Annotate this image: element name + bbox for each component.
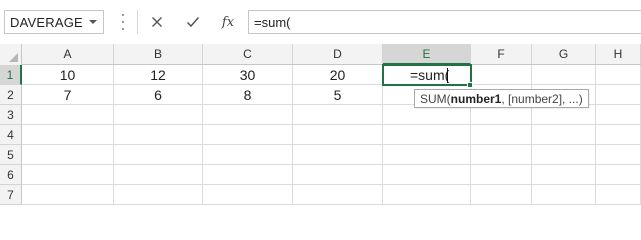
cell-b2[interactable]: 6 (114, 85, 203, 105)
cell-f3[interactable] (471, 105, 532, 125)
column-header-a[interactable]: A (22, 44, 114, 64)
insert-function-button[interactable]: fx (214, 10, 242, 34)
cell-c4[interactable] (203, 125, 293, 145)
cell-d4[interactable] (293, 125, 383, 145)
cell-c6[interactable] (203, 165, 293, 185)
name-box[interactable]: DAVERAGE (4, 10, 104, 34)
cell-a3[interactable] (22, 105, 114, 125)
tooltip-function-name[interactable]: SUM( (420, 92, 451, 106)
cell-c7[interactable] (203, 185, 293, 205)
cell-g5[interactable] (532, 145, 596, 165)
cell-c2[interactable]: 8 (203, 85, 293, 105)
cell-h1[interactable] (596, 65, 641, 85)
cell-h2[interactable] (596, 85, 641, 105)
cell-g1[interactable] (532, 65, 596, 85)
enter-button[interactable] (179, 10, 207, 34)
cell-d7[interactable] (293, 185, 383, 205)
cell-d6[interactable] (293, 165, 383, 185)
cell-d3[interactable] (293, 105, 383, 125)
formula-input[interactable]: =sum( (248, 10, 641, 34)
cell-f5[interactable] (471, 145, 532, 165)
cell-b6[interactable] (114, 165, 203, 185)
formula-input-value: =sum( (254, 15, 291, 30)
row-header-6[interactable]: 6 (0, 165, 22, 185)
row-header-4[interactable]: 4 (0, 125, 22, 145)
cell-g3[interactable] (532, 105, 596, 125)
cell-a1[interactable]: 10 (22, 65, 114, 85)
cell-e3[interactable] (383, 105, 471, 125)
cell-e4[interactable] (383, 125, 471, 145)
text-cursor (447, 68, 448, 83)
cell-c1[interactable]: 30 (203, 65, 293, 85)
fill-handle[interactable] (467, 82, 473, 88)
cell-h7[interactable] (596, 185, 641, 205)
cell-b5[interactable] (114, 145, 203, 165)
cell-c5[interactable] (203, 145, 293, 165)
cell-f7[interactable] (471, 185, 532, 205)
chevron-down-icon[interactable] (89, 20, 97, 24)
tooltip-remaining-arguments: , [number2], ...) (501, 91, 583, 106)
column-header-g[interactable]: G (532, 44, 596, 64)
row-header-2[interactable]: 2 (0, 85, 22, 105)
checkmark-icon (186, 17, 200, 28)
formula-bar: DAVERAGE fx =sum( (0, 0, 641, 44)
column-header-e[interactable]: E (383, 44, 471, 65)
cell-a7[interactable] (22, 185, 114, 205)
column-header-f[interactable]: F (471, 44, 532, 64)
cell-b4[interactable] (114, 125, 203, 145)
cell-a4[interactable] (22, 125, 114, 145)
column-header-b[interactable]: B (114, 44, 203, 64)
cell-h4[interactable] (596, 125, 641, 145)
column-header-row: A B C D E F G H (0, 44, 641, 65)
close-icon (152, 17, 162, 27)
grip-icon[interactable] (121, 14, 124, 30)
cell-a5[interactable] (22, 145, 114, 165)
column-header-d[interactable]: D (293, 44, 383, 64)
cell-d1[interactable]: 20 (293, 65, 383, 85)
cell-e7[interactable] (383, 185, 471, 205)
cell-h3[interactable] (596, 105, 641, 125)
row-header-5[interactable]: 5 (0, 145, 22, 165)
cell-f6[interactable] (471, 165, 532, 185)
column-header-h[interactable]: H (596, 44, 641, 64)
cancel-button[interactable] (143, 10, 171, 34)
cell-b3[interactable] (114, 105, 203, 125)
select-all-button[interactable] (0, 44, 22, 65)
cell-f4[interactable] (471, 125, 532, 145)
cell-d2[interactable]: 5 (293, 85, 383, 105)
cell-e6[interactable] (383, 165, 471, 185)
fx-icon: fx (221, 14, 235, 30)
cell-b7[interactable] (114, 185, 203, 205)
cell-f1[interactable] (471, 65, 532, 85)
name-box-value: DAVERAGE (10, 15, 83, 30)
row-header-7[interactable]: 7 (0, 185, 22, 205)
formula-bar-divider (137, 10, 138, 34)
row-header-3[interactable]: 3 (0, 105, 22, 125)
tooltip-current-argument[interactable]: number1 (451, 92, 502, 106)
cell-g6[interactable] (532, 165, 596, 185)
column-header-c[interactable]: C (203, 44, 293, 64)
cell-d5[interactable] (293, 145, 383, 165)
cell-g4[interactable] (532, 125, 596, 145)
cell-h6[interactable] (596, 165, 641, 185)
row-header-1[interactable]: 1 (0, 65, 22, 85)
cell-e5[interactable] (383, 145, 471, 165)
cell-a6[interactable] (22, 165, 114, 185)
cell-a2[interactable]: 7 (22, 85, 114, 105)
active-cell-outline (382, 64, 472, 86)
spreadsheet-grid: A B C D E F G H 1 2 3 4 5 6 7 10 12 30 2… (0, 44, 641, 205)
cell-b1[interactable]: 12 (114, 65, 203, 85)
cell-h5[interactable] (596, 145, 641, 165)
cell-c3[interactable] (203, 105, 293, 125)
cell-g7[interactable] (532, 185, 596, 205)
function-tooltip[interactable]: SUM(number1, [number2], ...) (414, 89, 589, 108)
